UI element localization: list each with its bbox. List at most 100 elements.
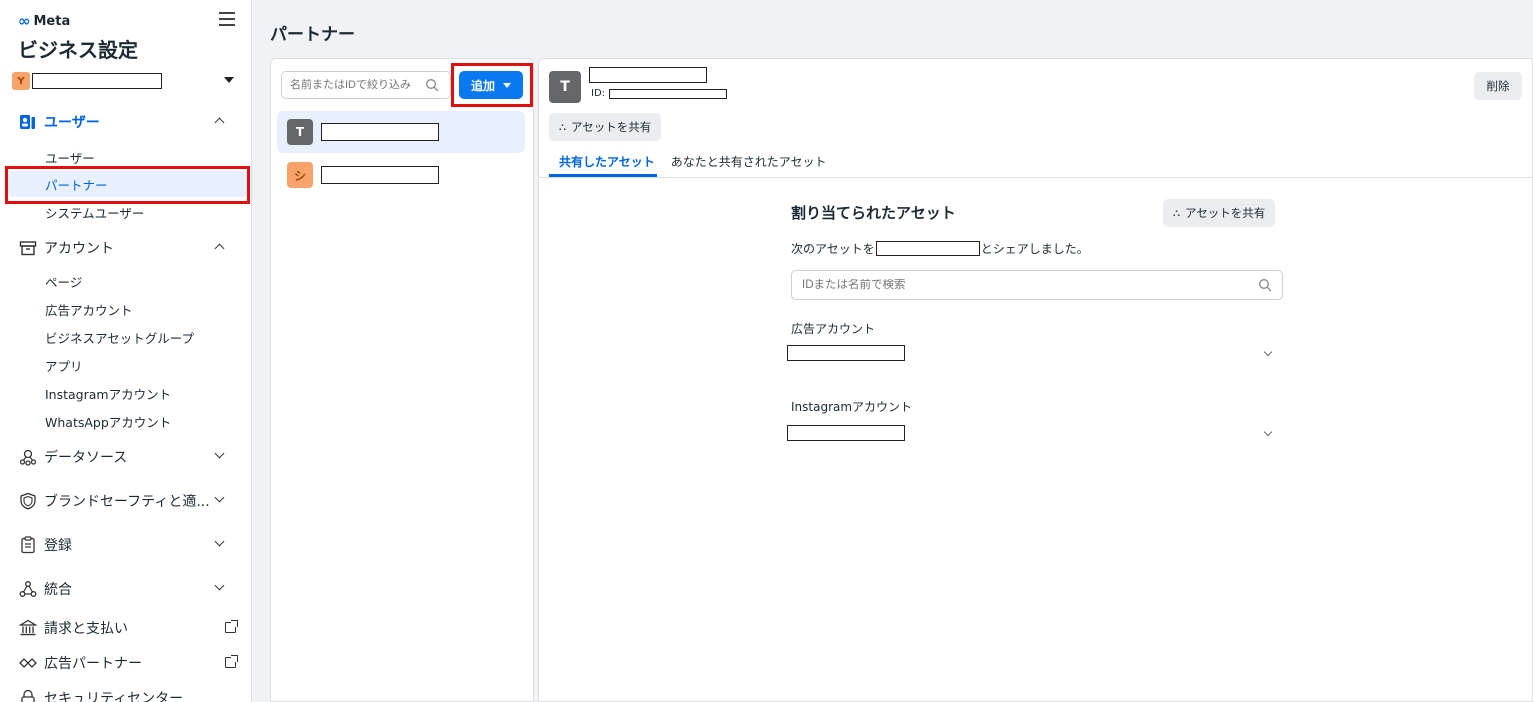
- partner-name-redacted: [875, 241, 980, 256]
- tabs-divider: [539, 177, 1533, 178]
- integrations-icon: [18, 579, 38, 599]
- nav-item-business-asset-groups[interactable]: ビジネスアセットグループ: [0, 324, 251, 350]
- nav-group-label: ユーザー: [44, 115, 100, 131]
- caret-down-icon: [224, 77, 234, 83]
- chevron-down-icon: [1263, 427, 1273, 437]
- partner-list-panel: 追加 T シ: [270, 58, 534, 702]
- chevron-down-icon: [214, 492, 225, 503]
- detail-name-redacted: [589, 67, 707, 83]
- asset-name-redacted: [787, 345, 905, 361]
- nav-item-apps[interactable]: アプリ: [0, 352, 251, 378]
- data-sources-icon: [18, 447, 38, 467]
- nav-group-security-center[interactable]: セキュリティセンター: [0, 684, 251, 702]
- share-icon: ⛬: [559, 121, 566, 133]
- assigned-assets-title: 割り当てられたアセット: [791, 204, 956, 222]
- shared-prefix: 次のアセットを: [791, 242, 875, 256]
- section-instagram-label: Instagramアカウント: [791, 400, 913, 414]
- tab-shared-assets[interactable]: 共有したアセット: [549, 147, 657, 177]
- users-icon: [18, 112, 38, 132]
- lock-icon: [18, 688, 38, 702]
- page-title: パートナー: [270, 25, 355, 45]
- external-link-icon: [225, 655, 238, 668]
- instagram-account-row[interactable]: [787, 425, 1283, 451]
- nav-group-data-sources[interactable]: データソース: [0, 443, 251, 471]
- nav-group-integrations[interactable]: 統合: [0, 575, 251, 603]
- id-label: ID:: [591, 88, 606, 99]
- delete-button[interactable]: 削除: [1474, 72, 1522, 100]
- partner-name-redacted: [321, 166, 439, 184]
- add-button-label: 追加: [470, 78, 495, 93]
- bank-icon: [18, 618, 38, 638]
- partner-avatar: シ: [287, 162, 313, 188]
- detail-avatar: T: [549, 71, 581, 103]
- asset-search-input[interactable]: [802, 279, 1242, 291]
- nav-group-label: 統合: [44, 582, 72, 598]
- account-avatar: Y: [12, 72, 30, 90]
- add-partner-button[interactable]: 追加: [459, 71, 523, 99]
- nav-item-instagram-accounts[interactable]: Instagramアカウント: [0, 380, 251, 406]
- archive-icon: [18, 238, 38, 258]
- share-assets-label: アセットを共有: [571, 120, 652, 134]
- nav-group-label: 広告パートナー: [44, 656, 142, 672]
- nav-group-ad-partners[interactable]: 広告パートナー: [0, 649, 251, 677]
- nav-group-accounts[interactable]: アカウント: [0, 234, 251, 262]
- partner-row[interactable]: シ: [277, 154, 525, 196]
- share-assets-button-secondary[interactable]: ⛬ アセットを共有: [1163, 199, 1276, 227]
- sidebar: ∞ Meta ビジネス設定 Y ユーザー ユーザー パートナー システムユーザー…: [0, 0, 252, 702]
- nav-item-partners[interactable]: パートナー: [8, 171, 248, 197]
- app-title: ビジネス設定: [18, 38, 138, 62]
- section-ad-accounts-label: 広告アカウント: [791, 322, 876, 336]
- partner-avatar: T: [287, 119, 313, 145]
- nav-item-system-users[interactable]: システムユーザー: [0, 199, 251, 225]
- search-icon: [1259, 279, 1272, 292]
- chevron-down-icon: [214, 536, 225, 547]
- chevron-down-icon: [214, 580, 225, 591]
- nav-group-label: セキュリティセンター: [44, 691, 184, 702]
- asset-search[interactable]: [791, 270, 1283, 300]
- shield-icon: [18, 491, 38, 511]
- detail-id-redacted: [609, 89, 727, 99]
- chevron-up-icon: [214, 117, 225, 128]
- meta-infinity-icon: ∞: [18, 12, 31, 30]
- clipboard-icon: [18, 535, 38, 555]
- partner-search-input[interactable]: [290, 79, 425, 91]
- search-icon: [426, 79, 439, 92]
- nav-group-registrations[interactable]: 登録: [0, 531, 251, 559]
- nav-group-label: アカウント: [44, 241, 114, 257]
- share-icon: ⛬: [1173, 207, 1180, 219]
- meta-logo: ∞ Meta: [18, 12, 70, 30]
- nav-item-users[interactable]: ユーザー: [0, 144, 251, 170]
- partner-detail-panel: T ID: 削除 ⛬ アセットを共有 共有したアセット あなたと共有されたアセッ…: [538, 58, 1533, 702]
- external-link-icon: [225, 620, 238, 633]
- nav-group-label: データソース: [44, 450, 128, 466]
- nav-group-label: 請求と支払い: [44, 621, 128, 637]
- account-name-redacted: [32, 73, 162, 89]
- ad-account-row[interactable]: [787, 345, 1283, 371]
- chevron-up-icon: [214, 243, 225, 254]
- nav-item-pages[interactable]: ページ: [0, 268, 251, 294]
- caret-down-icon: [503, 82, 511, 88]
- share-assets-label: アセットを共有: [1185, 206, 1266, 220]
- business-account-select[interactable]: Y: [12, 68, 244, 94]
- nav-group-users[interactable]: ユーザー: [0, 108, 251, 136]
- nav-item-ad-accounts[interactable]: 広告アカウント: [0, 296, 251, 322]
- tab-assets-shared-with-you[interactable]: あなたと共有されたアセット: [669, 147, 829, 177]
- brand-name: Meta: [33, 13, 71, 29]
- handshake-icon: [18, 653, 38, 673]
- shared-suffix: とシェアしました。: [980, 242, 1089, 256]
- partner-name-redacted: [321, 123, 439, 141]
- shared-description: 次のアセットを とシェアしました。: [791, 240, 1089, 257]
- nav-group-label: ブランドセーフティと適...: [44, 494, 210, 510]
- nav-group-label: 登録: [44, 538, 72, 554]
- chevron-down-icon: [214, 448, 225, 459]
- nav-group-brand-safety[interactable]: ブランドセーフティと適...: [0, 487, 251, 515]
- menu-icon[interactable]: [219, 12, 235, 26]
- detail-tabs: 共有したアセット あなたと共有されたアセット: [549, 147, 829, 177]
- nav-item-whatsapp-accounts[interactable]: WhatsAppアカウント: [0, 408, 251, 434]
- partner-row[interactable]: T: [277, 111, 525, 153]
- share-assets-button[interactable]: ⛬ アセットを共有: [549, 113, 662, 141]
- chevron-down-icon: [1263, 347, 1273, 357]
- nav-group-billing[interactable]: 請求と支払い: [0, 614, 251, 642]
- partner-search[interactable]: [281, 71, 451, 99]
- asset-name-redacted: [787, 425, 905, 441]
